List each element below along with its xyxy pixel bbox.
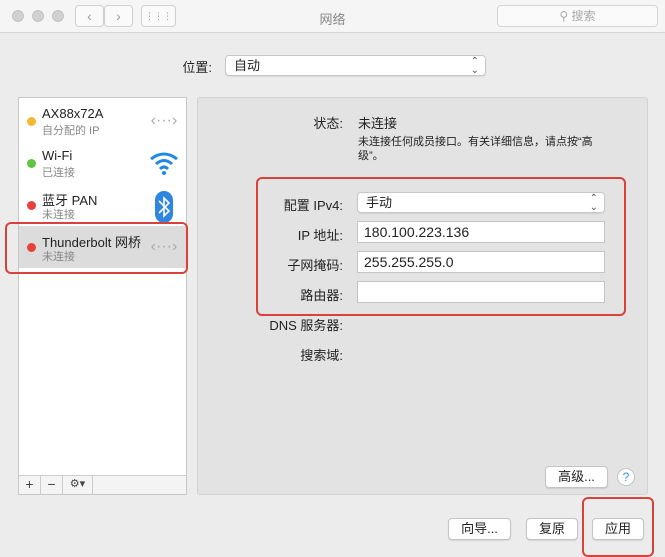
service-list-toolbar: + − ⚙▾	[19, 475, 186, 494]
highlight-apply	[582, 497, 654, 557]
help-button[interactable]: ?	[617, 468, 635, 486]
ethernet-icon: ‹···›	[150, 112, 178, 129]
location-value: 自动	[234, 58, 261, 73]
status-description: 未连接任何成员接口。有关详细信息，请点按“高级”。	[358, 136, 593, 162]
service-status: 已连接	[42, 167, 75, 179]
location-label: 位置:	[182, 60, 212, 75]
service-status: 未连接	[42, 209, 75, 221]
remove-service-button[interactable]: −	[41, 476, 63, 494]
service-name: AX88x72A	[42, 106, 104, 121]
advanced-button[interactable]: 高级...	[545, 466, 608, 488]
add-service-button[interactable]: +	[19, 476, 41, 494]
revert-button[interactable]: 复原	[526, 518, 578, 540]
location-select[interactable]: 自动 ⌃ ⌄	[225, 55, 486, 76]
service-name: Wi-Fi	[42, 148, 73, 163]
status-dot	[27, 201, 36, 210]
status-label: 状态:	[313, 116, 343, 131]
status-value: 未连接	[358, 116, 398, 131]
status-dot	[27, 159, 36, 168]
service-item-wifi[interactable]: Wi-Fi 已连接	[19, 142, 186, 184]
search-field[interactable]: ⚲ 搜索	[497, 5, 658, 27]
highlight-ipv4-settings	[256, 177, 626, 316]
service-item-ax88x72a[interactable]: AX88x72A 自分配的 IP ‹···›	[19, 100, 186, 142]
title-bar: ‹ › ⋮⋮⋮ 网络 ⚲ 搜索	[0, 0, 665, 33]
wifi-icon	[148, 149, 180, 177]
status-dot	[27, 117, 36, 126]
search-placeholder: 搜索	[571, 9, 596, 23]
service-item-bluetooth-pan[interactable]: 蓝牙 PAN 未连接	[19, 184, 186, 226]
service-list: AX88x72A 自分配的 IP ‹···› Wi-Fi 已连接 蓝牙 PAN …	[18, 97, 187, 495]
service-status: 自分配的 IP	[42, 125, 100, 137]
gear-icon[interactable]: ⚙▾	[63, 476, 93, 494]
search-icon: ⚲	[559, 9, 572, 23]
highlight-thunderbolt	[5, 222, 188, 274]
bluetooth-icon	[148, 191, 180, 223]
assist-me-button[interactable]: 向导...	[448, 518, 511, 540]
chevron-updown-icon: ⌃ ⌄	[470, 56, 479, 76]
search-domains-label: 搜索域:	[300, 348, 343, 363]
dns-server-label: DNS 服务器:	[269, 318, 343, 333]
